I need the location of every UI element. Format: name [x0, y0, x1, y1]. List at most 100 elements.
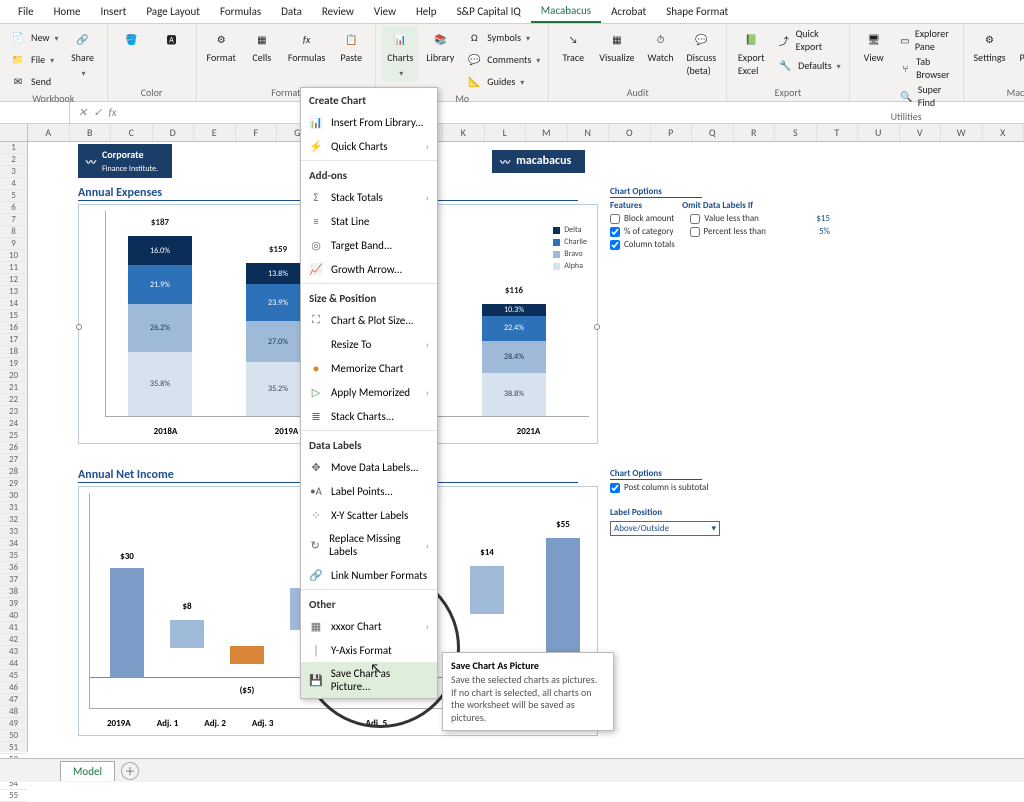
label-position-dropdown[interactable]: Above/Outside▾ [610, 521, 720, 536]
column-headers[interactable]: A B C D E F G H I J K L M N O P Q R S T … [0, 124, 1024, 142]
defaults-button[interactable]: 🔧Defaults [773, 54, 843, 76]
col-B[interactable]: B [70, 124, 112, 141]
row-12[interactable]: 12 [0, 274, 27, 286]
chk-pct-category[interactable] [610, 227, 620, 237]
row-22[interactable]: 22 [0, 394, 27, 406]
row-8[interactable]: 8 [0, 226, 27, 238]
format-button[interactable]: ⚙Format [203, 26, 240, 67]
menu-file[interactable]: File [8, 1, 44, 22]
row-36[interactable]: 36 [0, 562, 27, 574]
row-headers[interactable]: 1234567891011121314151617181920212223242… [0, 142, 28, 752]
library-button[interactable]: 📚Library [422, 26, 458, 67]
menu-home[interactable]: Home [44, 1, 91, 22]
row-47[interactable]: 47 [0, 694, 27, 706]
row-38[interactable]: 38 [0, 586, 27, 598]
menu-insert[interactable]: Insert [91, 1, 137, 22]
guides-button[interactable]: 📐Guides [462, 70, 542, 92]
menu-item[interactable]: ΣStack Totals› [301, 185, 437, 209]
name-box[interactable] [0, 102, 70, 123]
quickexport-button[interactable]: ⤴Quick Export [773, 26, 843, 54]
row-9[interactable]: 9 [0, 238, 27, 250]
menu-item[interactable]: ⁘X-Y Scatter Labels [301, 503, 437, 527]
row-42[interactable]: 42 [0, 634, 27, 646]
menu-item[interactable]: 🔗Link Number Formats [301, 563, 437, 587]
menu-pagelayout[interactable]: Page Layout [136, 1, 210, 22]
file-button[interactable]: 📁File [6, 48, 61, 70]
row-39[interactable]: 39 [0, 598, 27, 610]
row-34[interactable]: 34 [0, 538, 27, 550]
new-button[interactable]: 📄New [6, 26, 61, 48]
row-33[interactable]: 33 [0, 526, 27, 538]
settings-button[interactable]: ⚙Settings [970, 26, 1010, 67]
menu-item[interactable]: ⛶Chart & Plot Size... [301, 308, 437, 332]
menu-item[interactable]: 📊Insert From Library... [301, 110, 437, 134]
menu-item[interactable]: ▦xxxor Chart› [301, 614, 437, 638]
paste-button[interactable]: 📋Paste [333, 26, 369, 67]
superfind-button[interactable]: 🔍Super Find [896, 82, 957, 110]
menu-item[interactable]: ⚡Quick Charts› [301, 134, 437, 158]
row-23[interactable]: 23 [0, 406, 27, 418]
row-21[interactable]: 21 [0, 382, 27, 394]
row-17[interactable]: 17 [0, 334, 27, 346]
menu-help[interactable]: Help [406, 1, 447, 22]
menu-item[interactable]: Resize To› [301, 332, 437, 356]
col-X[interactable]: X [983, 124, 1024, 141]
row-50[interactable]: 50 [0, 730, 27, 742]
fx-controls[interactable]: ✕ ✓ fx [70, 106, 125, 119]
chk-column-totals[interactable] [610, 240, 620, 250]
menu-item[interactable]: •ALabel Points... [301, 479, 437, 503]
pause-button[interactable]: ⏸Pause [1014, 26, 1024, 67]
menu-item[interactable]: ↻Replace Missing Labels› [301, 527, 437, 563]
row-25[interactable]: 25 [0, 430, 27, 442]
cells-button[interactable]: ▦Cells [244, 26, 280, 67]
menu-capitaliq[interactable]: S&P Capital IQ [447, 1, 531, 22]
row-4[interactable]: 4 [0, 178, 27, 190]
row-32[interactable]: 32 [0, 514, 27, 526]
row-5[interactable]: 5 [0, 190, 27, 202]
row-55[interactable]: 55 [0, 790, 27, 802]
row-51[interactable]: 51 [0, 742, 27, 754]
view-button[interactable]: 🖥View [856, 26, 892, 67]
row-45[interactable]: 45 [0, 670, 27, 682]
menu-item[interactable]: 💾Save Chart as Picture... [301, 662, 437, 698]
col-M[interactable]: M [526, 124, 568, 141]
row-11[interactable]: 11 [0, 262, 27, 274]
row-14[interactable]: 14 [0, 298, 27, 310]
symbols-button[interactable]: ΩSymbols [462, 26, 542, 48]
row-40[interactable]: 40 [0, 610, 27, 622]
menu-item[interactable]: ≡Stat Line [301, 209, 437, 233]
menu-item[interactable]: │Y-Axis Format [301, 638, 437, 662]
menu-item[interactable]: ≣Stack Charts... [301, 404, 437, 428]
fx-icon[interactable]: fx [108, 106, 116, 119]
row-37[interactable]: 37 [0, 574, 27, 586]
row-15[interactable]: 15 [0, 310, 27, 322]
row-28[interactable]: 28 [0, 466, 27, 478]
menu-item[interactable]: 📈Growth Arrow... [301, 257, 437, 281]
explorer-button[interactable]: ▭Explorer Pane [896, 26, 957, 54]
add-sheet-button[interactable]: ＋ [121, 762, 139, 780]
comments-button[interactable]: 💬Comments [462, 48, 542, 70]
row-46[interactable]: 46 [0, 682, 27, 694]
formulas-button[interactable]: fxFormulas [284, 26, 329, 67]
fillcolor-button[interactable]: 🪣 [114, 26, 150, 52]
col-S[interactable]: S [775, 124, 817, 141]
row-7[interactable]: 7 [0, 214, 27, 226]
col-O[interactable]: O [609, 124, 651, 141]
row-29[interactable]: 29 [0, 478, 27, 490]
charts-button[interactable]: 📊Charts [382, 26, 418, 82]
send-button[interactable]: ✉Send [6, 70, 61, 92]
exportexcel-button[interactable]: 📗Export Excel [733, 26, 769, 80]
row-18[interactable]: 18 [0, 346, 27, 358]
col-Q[interactable]: Q [692, 124, 734, 141]
chk-block-amount[interactable] [610, 214, 620, 224]
menu-item[interactable]: ▷Apply Memorized› [301, 380, 437, 404]
col-T[interactable]: T [817, 124, 859, 141]
row-1[interactable]: 1 [0, 142, 27, 154]
chk-post-subtotal[interactable] [610, 483, 620, 493]
menu-macabacus[interactable]: Macabacus [531, 0, 601, 23]
enter-icon[interactable]: ✓ [93, 106, 102, 119]
menu-acrobat[interactable]: Acrobat [601, 1, 656, 22]
menu-shapeformat[interactable]: Shape Format [656, 1, 738, 22]
row-2[interactable]: 2 [0, 154, 27, 166]
watch-button[interactable]: ⏱Watch [643, 26, 679, 67]
